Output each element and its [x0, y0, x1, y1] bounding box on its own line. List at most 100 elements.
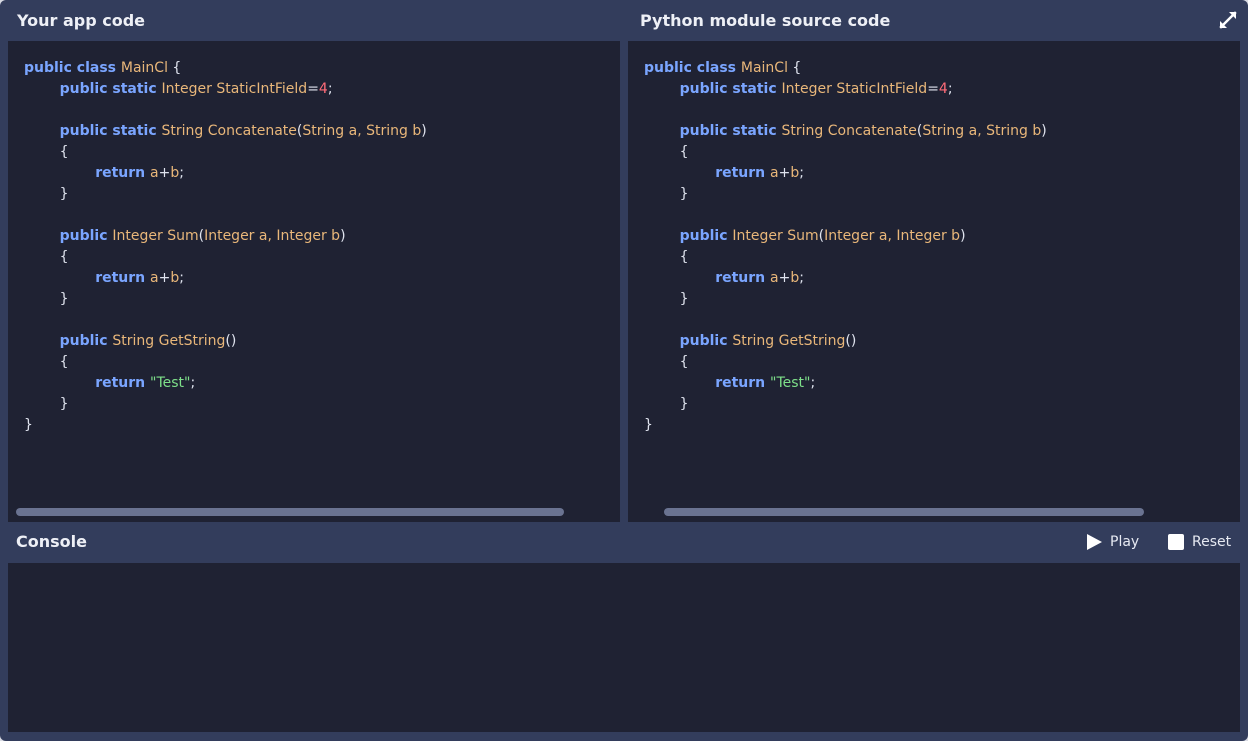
code-token: ()	[225, 333, 237, 349]
code-token: ;	[799, 165, 804, 181]
reset-button[interactable]: Reset	[1168, 531, 1231, 553]
scrollbar-thumb[interactable]	[664, 508, 1144, 516]
code-line: }	[644, 289, 1047, 310]
code-token: ;	[179, 270, 184, 286]
code-line: }	[644, 394, 1047, 415]
code-line: {	[24, 247, 427, 268]
code-token: String a, String b	[302, 123, 422, 139]
code-token: ;	[810, 375, 816, 391]
code-line: }	[644, 415, 1047, 436]
code-token: {	[644, 144, 689, 160]
code-token: String GetString	[732, 333, 846, 349]
code-token: )	[960, 228, 966, 244]
code-token: {	[172, 60, 182, 76]
play-button[interactable]: Play	[1087, 531, 1139, 553]
code-line: {	[24, 142, 427, 163]
expand-icon[interactable]	[1218, 10, 1238, 30]
code-runner-window: Your app code Python module source code …	[0, 0, 1248, 741]
code-token: String Concatenate	[161, 123, 297, 139]
code-line: }	[24, 184, 427, 205]
code-token: public	[59, 333, 113, 349]
code-token: }	[24, 291, 69, 307]
code-token: public	[59, 228, 113, 244]
python-source-text[interactable]: public class MainCl { public static Inte…	[644, 58, 1047, 436]
app-code-text[interactable]: public class MainCl { public static Inte…	[24, 58, 427, 436]
code-token: 4	[318, 81, 328, 97]
code-token: a	[770, 165, 779, 181]
code-token: +	[158, 270, 171, 286]
code-token: String Concatenate	[781, 123, 917, 139]
code-token: public class	[24, 60, 121, 76]
code-token: "Test"	[770, 375, 811, 391]
code-line: {	[644, 142, 1047, 163]
code-token: Integer Sum	[732, 228, 819, 244]
code-line: return a+b;	[24, 163, 427, 184]
code-line: public Integer Sum(Integer a, Integer b)	[644, 226, 1047, 247]
code-token: Integer StaticIntField	[781, 81, 928, 97]
code-token: b	[170, 165, 180, 181]
code-line: }	[24, 415, 427, 436]
python-source-scrollbar[interactable]	[636, 508, 1232, 516]
code-token: public static	[59, 81, 162, 97]
code-line: public class MainCl {	[24, 58, 427, 79]
code-token: }	[24, 396, 69, 412]
code-token: return	[715, 165, 771, 181]
python-source-editor[interactable]: public class MainCl { public static Inte…	[628, 41, 1240, 522]
code-token: Integer a, Integer b	[204, 228, 341, 244]
code-token: Integer a, Integer b	[824, 228, 961, 244]
code-line: }	[24, 394, 427, 415]
code-line: {	[24, 352, 427, 373]
code-line: public String GetString()	[644, 331, 1047, 352]
code-token: "Test"	[150, 375, 191, 391]
code-token: a	[770, 270, 779, 286]
stop-icon	[1168, 534, 1184, 550]
play-label: Play	[1110, 534, 1140, 550]
code-token: ;	[179, 165, 184, 181]
code-token: MainCl	[740, 60, 793, 76]
code-line: public String GetString()	[24, 331, 427, 352]
code-token: return	[95, 165, 151, 181]
code-token: }	[644, 186, 689, 202]
code-token: 4	[938, 81, 948, 97]
code-line: public Integer Sum(Integer a, Integer b)	[24, 226, 427, 247]
app-code-scrollbar[interactable]	[16, 508, 612, 516]
code-token: public static	[679, 81, 782, 97]
scrollbar-thumb[interactable]	[16, 508, 564, 516]
code-token: +	[158, 165, 171, 181]
code-line: public static String Concatenate(String …	[644, 121, 1047, 142]
console-title: Console	[16, 532, 87, 551]
code-token: {	[644, 249, 689, 265]
play-icon	[1087, 534, 1102, 550]
code-token: +	[778, 165, 791, 181]
code-token: return	[95, 375, 151, 391]
console-output[interactable]	[8, 563, 1240, 732]
code-token: }	[24, 186, 69, 202]
code-token: public	[679, 228, 733, 244]
code-token: b	[790, 165, 800, 181]
code-token: ;	[190, 375, 196, 391]
app-code-editor[interactable]: public class MainCl { public static Inte…	[8, 41, 620, 522]
code-token: =	[307, 81, 319, 97]
code-line: }	[24, 289, 427, 310]
code-token: {	[792, 60, 802, 76]
app-code-title: Your app code	[17, 11, 146, 30]
code-line: return a+b;	[644, 268, 1047, 289]
console-toolbar: Console Play Reset	[0, 522, 1248, 562]
code-line: {	[644, 247, 1047, 268]
